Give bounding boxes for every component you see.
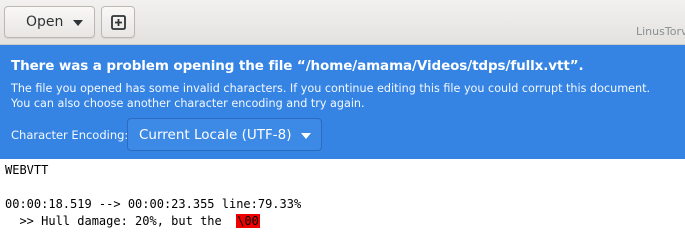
character-encoding-value: Current Locale (UTF-8) bbox=[139, 126, 292, 143]
editor-line-text: >> Hull damage: 20%, but the bbox=[5, 214, 237, 228]
chevron-down-icon bbox=[301, 133, 311, 139]
character-encoding-dropdown[interactable]: Current Locale (UTF-8) bbox=[127, 118, 322, 151]
invalid-character-highlight: \00 bbox=[236, 214, 260, 228]
infobar-message-line1: The file you opened has some invalid cha… bbox=[11, 82, 651, 95]
header-bar: Open LinusTorvalds bbox=[0, 0, 685, 45]
window-title: LinusTorvalds bbox=[636, 25, 685, 38]
open-button[interactable]: Open bbox=[4, 6, 95, 38]
infobar-title: There was a problem opening the file “/h… bbox=[11, 58, 584, 74]
chevron-down-icon bbox=[73, 20, 83, 26]
editor-line: WEBVTT bbox=[5, 163, 49, 177]
open-button-label: Open bbox=[26, 14, 64, 30]
new-document-icon bbox=[111, 15, 126, 30]
encoding-error-infobar: There was a problem opening the file “/h… bbox=[0, 45, 685, 159]
new-document-button[interactable] bbox=[101, 6, 135, 38]
infobar-message-line2: You can also choose another character en… bbox=[11, 97, 365, 110]
editor-line: >> Hull damage: 20%, but the \00 bbox=[5, 214, 260, 228]
editor-line: 00:00:18.519 --> 00:00:23.355 line:79.33… bbox=[5, 197, 302, 211]
text-editor[interactable]: WEBVTT 00:00:18.519 --> 00:00:23.355 lin… bbox=[0, 159, 685, 248]
character-encoding-label: Character Encoding: bbox=[11, 128, 129, 142]
